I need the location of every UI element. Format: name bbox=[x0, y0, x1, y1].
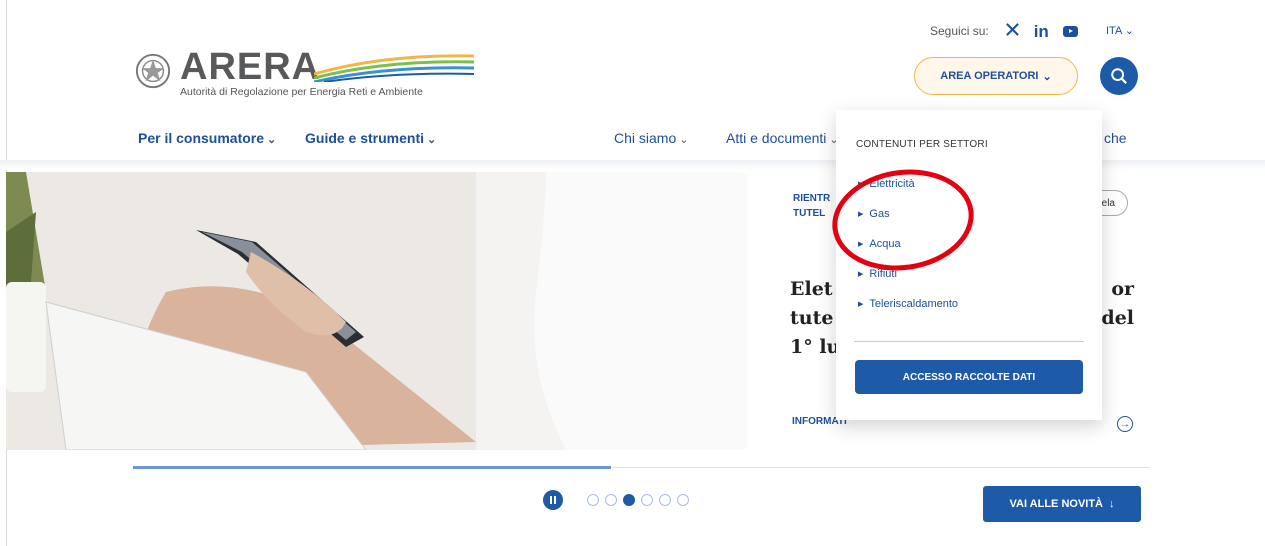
language-selector[interactable]: ITA ⌄ bbox=[1106, 24, 1134, 37]
arrow-down-icon: ↓ bbox=[1109, 498, 1115, 510]
follow-label: Seguici su: bbox=[930, 24, 989, 38]
x-icon[interactable] bbox=[1005, 22, 1020, 40]
site-logo[interactable]: ARERA Autorità di Regolazione per Energi… bbox=[134, 46, 474, 102]
vai-alle-novita-button[interactable]: VAI ALLE NOVITÀ ↓ bbox=[983, 486, 1141, 522]
tag-pill-label: ela bbox=[1101, 197, 1115, 209]
logo-subtitle: Autorità di Regolazione per Energia Reti… bbox=[180, 86, 423, 98]
carousel-dot[interactable] bbox=[677, 494, 689, 506]
carousel-dot[interactable] bbox=[623, 494, 635, 506]
nav-label: Per il consumatore bbox=[138, 130, 265, 146]
area-operatori-button[interactable]: AREA OPERATORI ⌄ bbox=[914, 57, 1078, 95]
headline-text: or bbox=[1111, 278, 1134, 300]
pause-icon[interactable] bbox=[543, 490, 563, 510]
search-button[interactable] bbox=[1100, 57, 1138, 95]
search-icon bbox=[1111, 68, 1127, 84]
carousel-dot[interactable] bbox=[659, 494, 671, 506]
nav-label: Guide e strumenti bbox=[305, 130, 425, 146]
nav-item-partial[interactable]: che bbox=[1104, 130, 1127, 146]
eyebrow-line: TUTEL bbox=[793, 208, 826, 219]
chevron-down-icon: ⌄ bbox=[1124, 25, 1134, 37]
nav-label: Chi siamo bbox=[614, 130, 677, 146]
chevron-down-icon: ⌄ bbox=[267, 134, 277, 146]
cta-label: VAI ALLE NOVITÀ bbox=[1009, 498, 1104, 510]
carousel-dot[interactable] bbox=[641, 494, 653, 506]
triangle-right-icon: ▶ bbox=[858, 271, 864, 278]
eyebrow-line: RIENTR bbox=[793, 193, 831, 204]
headline-text: tute bbox=[790, 307, 834, 329]
nav-item-chi-siamo[interactable]: Chi siamo ⌄ bbox=[614, 130, 688, 146]
carousel-dot[interactable] bbox=[587, 494, 599, 506]
area-operatori-label: AREA OPERATORI bbox=[940, 70, 1039, 82]
emblem-icon bbox=[135, 53, 171, 89]
nav-label: che bbox=[1104, 130, 1127, 146]
chevron-down-icon: ⌄ bbox=[427, 134, 437, 146]
youtube-icon[interactable] bbox=[1062, 25, 1078, 37]
carousel-progress-fill bbox=[133, 466, 611, 469]
headline-text: del bbox=[1101, 307, 1134, 329]
social-bar: Seguici su: in bbox=[930, 22, 1078, 40]
nav-item-consumatore[interactable]: Per il consumatore ⌄ bbox=[138, 130, 276, 146]
nav-label: Atti e documenti bbox=[726, 130, 827, 146]
accesso-raccolte-dati-button[interactable]: ACCESSO RACCOLTE DATI bbox=[855, 360, 1083, 394]
linkedin-icon[interactable]: in bbox=[1034, 23, 1049, 40]
nav-item-guide[interactable]: Guide e strumenti ⌄ bbox=[305, 130, 436, 146]
hero-eyebrow: RIENTR TUTEL bbox=[793, 191, 830, 221]
sector-label: Teleriscaldamento bbox=[869, 298, 959, 310]
logo-swoosh-icon bbox=[314, 54, 474, 82]
sector-item-teleriscaldamento[interactable]: ▶ Teleriscaldamento bbox=[858, 298, 958, 328]
carousel-dot[interactable] bbox=[605, 494, 617, 506]
sector-item-rifiuti[interactable]: ▶ Rifiuti bbox=[858, 268, 958, 298]
headline-text: Elet bbox=[790, 278, 833, 300]
nav-item-atti[interactable]: Atti e documenti ⌄ bbox=[726, 130, 839, 146]
hero-photo-illustration bbox=[6, 172, 747, 450]
carousel-dots bbox=[587, 494, 689, 506]
headline-text: 1° lu bbox=[790, 336, 841, 358]
chevron-down-icon: ⌄ bbox=[679, 134, 689, 146]
dropdown-divider bbox=[854, 341, 1084, 342]
dropdown-title: CONTENUTI PER SETTORI bbox=[856, 139, 988, 150]
language-label: ITA bbox=[1106, 25, 1122, 37]
hero-image bbox=[6, 172, 747, 450]
chevron-down-icon: ⌄ bbox=[1042, 70, 1052, 83]
logo-wordmark: ARERA bbox=[180, 46, 321, 88]
arrow-right-circle-icon[interactable]: → bbox=[1117, 416, 1133, 432]
triangle-right-icon: ▶ bbox=[858, 301, 864, 308]
